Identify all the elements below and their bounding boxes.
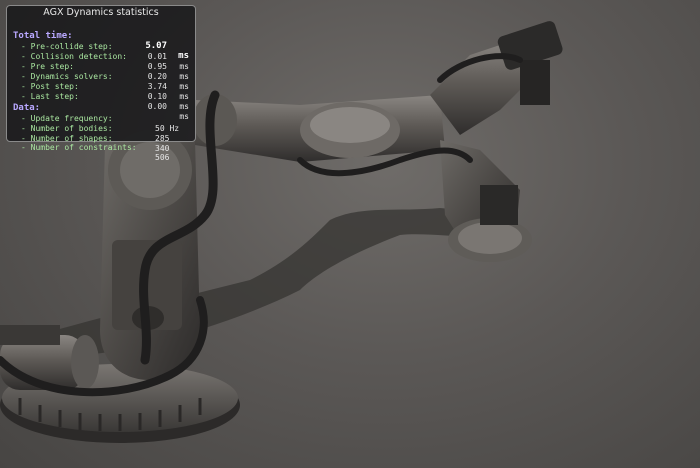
stats-title: AGX Dynamics statistics	[43, 7, 159, 18]
data-row: - Update frequency: 50 Hz	[13, 104, 189, 133]
data-row: - Number of constraints: 506	[13, 133, 189, 162]
timing-row: - Last step: 0.00 ms	[13, 82, 189, 121]
robot-forearm	[430, 21, 563, 135]
robot-shadow	[20, 208, 500, 357]
total-time-row: Total time: 5.07 ms	[13, 21, 189, 61]
timing-row: - Post step: 0.10 ms	[13, 72, 189, 111]
robot-upper-arm	[193, 94, 445, 162]
data-label: - Number of constraints:	[21, 143, 137, 152]
timing-row: - Pre-collide step: 0.01 ms	[13, 32, 189, 71]
statistics-overlay: AGX Dynamics statistics Total time: 5.07…	[6, 5, 196, 162]
timing-row: - Dynamics solvers: 3.74 ms	[13, 62, 189, 101]
data-value: 506	[155, 153, 170, 162]
data-row: - Number of bodies: 285	[13, 114, 189, 143]
3d-viewport[interactable]: AGX Dynamics statistics Total time: 5.07…	[0, 0, 700, 468]
robot-gripper	[440, 140, 532, 262]
timing-row: - Collision detection: 0.95 ms	[13, 42, 189, 81]
timing-row: - Pre step: 0.20 ms	[13, 52, 189, 91]
data-header-row: Data:	[13, 93, 189, 113]
